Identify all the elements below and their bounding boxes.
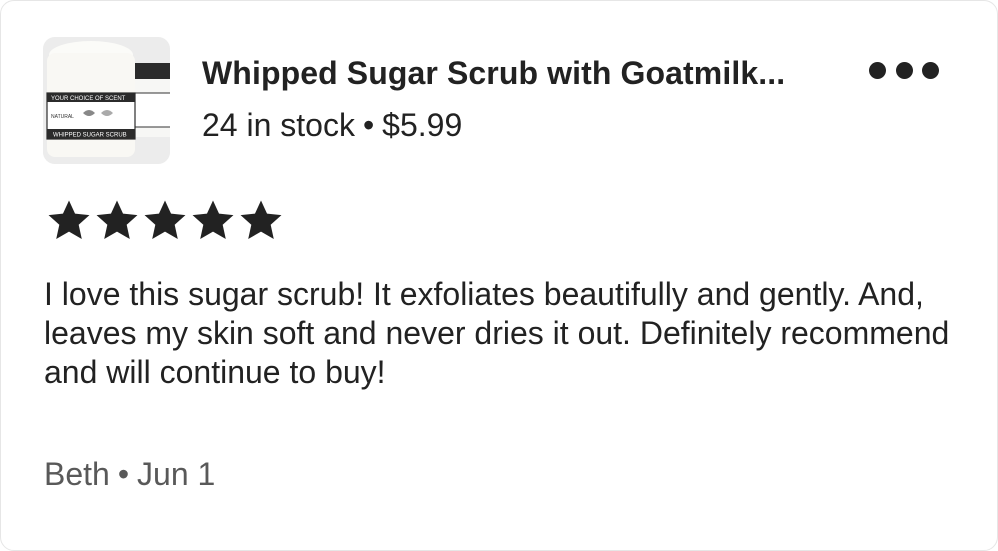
star-icon <box>192 200 234 239</box>
listing-title[interactable]: Whipped Sugar Scrub with Goatmilk... <box>202 55 785 92</box>
more-dot-icon <box>922 61 939 79</box>
reviewer-info: Beth • Jun 1 <box>44 456 215 493</box>
price: $5.99 <box>382 107 463 143</box>
star-icon <box>96 200 138 239</box>
image-label-top: YOUR CHOICE OF SCENT <box>51 96 126 102</box>
product-image: YOUR CHOICE OF SCENT NATURAL WHIPPED SUG… <box>43 37 170 164</box>
image-label-bottom: WHIPPED SUGAR SCRUB <box>53 133 127 139</box>
more-dot-icon <box>869 61 886 79</box>
review-text: I love this sugar scrub! It exfoliates b… <box>44 276 950 390</box>
review-date: Jun 1 <box>137 456 216 492</box>
reviewer-separator: • <box>117 456 130 492</box>
star-icon <box>48 200 90 239</box>
product-thumbnail[interactable]: YOUR CHOICE OF SCENT NATURAL WHIPPED SUG… <box>43 37 170 164</box>
listing-meta: 24 in stock • $5.99 <box>202 107 462 144</box>
star-icon <box>240 200 282 239</box>
more-dot-icon <box>895 61 913 79</box>
stock-count: 24 in stock <box>202 107 355 143</box>
star-rating <box>47 199 283 241</box>
reviewer-name[interactable]: Beth <box>44 456 110 492</box>
star-icon <box>144 200 186 239</box>
review-card: YOUR CHOICE OF SCENT NATURAL WHIPPED SUG… <box>0 0 998 551</box>
image-label-natural: NATURAL <box>51 114 74 120</box>
meta-separator: • <box>362 107 375 143</box>
more-options-button[interactable] <box>869 59 939 81</box>
